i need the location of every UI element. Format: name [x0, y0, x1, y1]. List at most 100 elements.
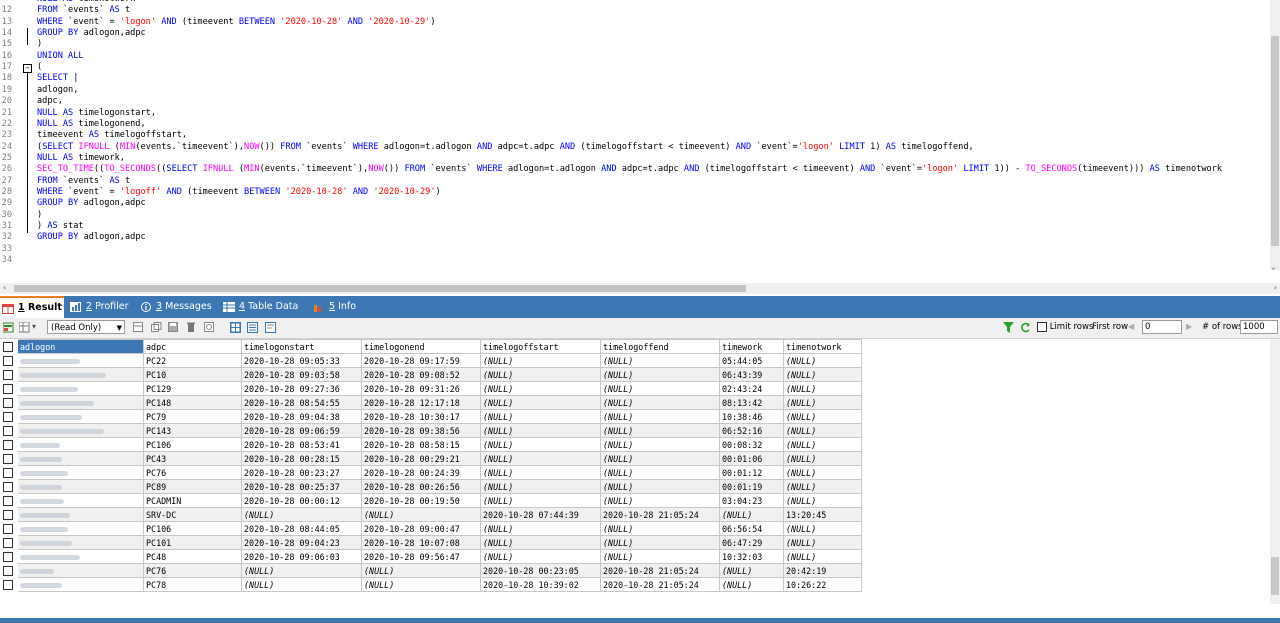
cell-timelogoffend[interactable]: (NULL) [600, 367, 720, 382]
cell-timenotwork[interactable]: (NULL) [783, 465, 862, 480]
row-checkbox[interactable] [0, 521, 18, 536]
cell-timelogonend[interactable]: 2020-10-28 12:17:18 [361, 395, 481, 410]
cell-timelogonend[interactable]: 2020-10-28 00:29:21 [361, 451, 481, 466]
cell-adlogon[interactable] [17, 367, 144, 382]
text-view-icon[interactable] [265, 322, 276, 333]
cell-timelogonend[interactable]: 2020-10-28 10:30:17 [361, 409, 481, 424]
grid-options-icon[interactable] [19, 322, 30, 333]
next-page-icon[interactable]: ▶ [1186, 322, 1192, 331]
cell-timework[interactable]: 10:32:03 [719, 549, 784, 564]
filter-icon[interactable] [1003, 322, 1014, 333]
cell-adpc[interactable]: PC79 [143, 409, 242, 424]
cell-timelogoffstart[interactable]: (NULL) [480, 465, 601, 480]
cell-timelogoffstart[interactable]: (NULL) [480, 409, 601, 424]
row-checkbox[interactable] [0, 437, 18, 452]
cell-timelogonstart[interactable]: 2020-10-28 08:53:41 [241, 437, 362, 452]
cell-timenotwork[interactable]: (NULL) [783, 521, 862, 536]
cell-adlogon[interactable] [17, 423, 144, 438]
cell-timelogoffstart[interactable]: (NULL) [480, 479, 601, 494]
cell-timelogoffstart[interactable]: (NULL) [480, 423, 601, 438]
table-row[interactable]: PC101 2020-10-28 09:04:23 2020-10-28 10:07… [0, 535, 862, 550]
tab-messages[interactable]: 3 Messages [138, 296, 228, 318]
cell-timelogonstart[interactable]: (NULL) [241, 577, 362, 592]
cell-timelogoffend[interactable]: (NULL) [600, 437, 720, 452]
cell-adlogon[interactable] [17, 409, 144, 424]
cell-timenotwork[interactable]: (NULL) [783, 535, 862, 550]
cell-timelogonstart[interactable]: 2020-10-28 09:04:23 [241, 535, 362, 550]
column-header-timenotwork[interactable]: timenotwork [783, 339, 862, 354]
cell-timenotwork[interactable]: (NULL) [783, 395, 862, 410]
grid-view-icon[interactable] [230, 322, 241, 333]
tab-result[interactable]: 1 Result [0, 296, 64, 318]
fold-collapse-icon[interactable]: − [23, 64, 32, 73]
cell-timelogonend[interactable]: 2020-10-28 08:58:15 [361, 437, 481, 452]
cell-adpc[interactable]: PC43 [143, 451, 242, 466]
cell-timenotwork[interactable]: (NULL) [783, 353, 862, 368]
row-checkbox[interactable] [0, 395, 18, 410]
limit-rows-checkbox[interactable]: Limit rows [1037, 321, 1093, 334]
cell-timework[interactable]: 10:38:46 [719, 409, 784, 424]
cell-timelogoffend[interactable]: 2020-10-28 21:05:24 [600, 577, 720, 592]
cell-timenotwork[interactable]: 20:42:19 [783, 563, 862, 578]
cell-timework[interactable]: 00:08:32 [719, 437, 784, 452]
cell-timenotwork[interactable]: (NULL) [783, 479, 862, 494]
cell-timelogonend[interactable]: (NULL) [361, 563, 481, 578]
cell-adpc[interactable]: SRV-DC [143, 507, 242, 522]
editor-horizontal-scrollbar[interactable]: ‹ › [0, 283, 1280, 294]
cell-timelogoffend[interactable]: (NULL) [600, 353, 720, 368]
cell-adpc[interactable]: PC22 [143, 353, 242, 368]
cell-adpc[interactable]: PC129 [143, 381, 242, 396]
cell-timelogonend[interactable]: 2020-10-28 09:56:47 [361, 549, 481, 564]
grid-vertical-scrollbar[interactable] [1270, 339, 1280, 604]
cell-timelogonstart[interactable]: 2020-10-28 09:06:59 [241, 423, 362, 438]
cell-adlogon[interactable] [17, 437, 144, 452]
row-checkbox[interactable] [0, 409, 18, 424]
cell-timelogonstart[interactable]: 2020-10-28 00:25:37 [241, 479, 362, 494]
delete-icon[interactable] [186, 322, 197, 333]
cell-timelogoffend[interactable]: (NULL) [600, 521, 720, 536]
save-icon[interactable] [168, 322, 179, 333]
cell-adlogon[interactable] [17, 479, 144, 494]
cell-adlogon[interactable] [17, 451, 144, 466]
cell-timelogonend[interactable]: 2020-10-28 09:08:52 [361, 367, 481, 382]
cell-adlogon[interactable] [17, 577, 144, 592]
cell-timelogonend[interactable]: 2020-10-28 00:24:39 [361, 465, 481, 480]
cell-timelogonend[interactable]: 2020-10-28 10:07:08 [361, 535, 481, 550]
cell-timenotwork[interactable]: (NULL) [783, 549, 862, 564]
cell-timenotwork[interactable]: (NULL) [783, 493, 862, 508]
scroll-down-arrow-icon[interactable]: ⌄ [1271, 262, 1276, 271]
cell-timelogoffstart[interactable]: 2020-10-28 10:39:02 [480, 577, 601, 592]
cell-timelogoffend[interactable]: (NULL) [600, 479, 720, 494]
cell-timelogonstart[interactable]: 2020-10-28 00:00:12 [241, 493, 362, 508]
cell-timelogonstart[interactable]: 2020-10-28 00:23:27 [241, 465, 362, 480]
cell-timelogonend[interactable]: (NULL) [361, 577, 481, 592]
cell-timelogonstart[interactable]: 2020-10-28 09:05:33 [241, 353, 362, 368]
cell-timelogoffend[interactable]: (NULL) [600, 535, 720, 550]
row-checkbox[interactable] [0, 479, 18, 494]
rows-count-input[interactable]: 1000 [1240, 320, 1278, 334]
cell-adpc[interactable]: PC78 [143, 577, 242, 592]
table-row[interactable]: SRV-DC (NULL) (NULL) 2020-10-28 07:44:39 202… [0, 507, 862, 522]
cell-adlogon[interactable] [17, 493, 144, 508]
cell-timelogonstart[interactable]: (NULL) [241, 507, 362, 522]
result-grid[interactable]: adlogon adpc timelogonstart timelogonend tim… [0, 339, 1270, 604]
cell-timenotwork[interactable]: 10:26:22 [783, 577, 862, 592]
cell-timelogoffend[interactable]: (NULL) [600, 409, 720, 424]
cell-timelogoffend[interactable]: (NULL) [600, 381, 720, 396]
export-icon[interactable] [3, 322, 14, 333]
form-view-icon[interactable] [247, 322, 258, 333]
cell-timelogonstart[interactable]: 2020-10-28 09:27:36 [241, 381, 362, 396]
column-header-timelogoffstart[interactable]: timelogoffstart [480, 339, 601, 354]
cell-timelogoffstart[interactable]: (NULL) [480, 381, 601, 396]
cell-adpc[interactable]: PC48 [143, 549, 242, 564]
cell-timelogoffend[interactable]: (NULL) [600, 465, 720, 480]
cell-timelogoffend[interactable]: (NULL) [600, 423, 720, 438]
table-row[interactable]: PC78 (NULL) (NULL) 2020-10-28 10:39:02 2020-… [0, 577, 862, 592]
table-row[interactable]: PC76 2020-10-28 00:23:27 2020-10-28 00:24:… [0, 465, 862, 480]
tab-profiler[interactable]: 2 Profiler [68, 296, 146, 318]
cell-adpc[interactable]: PC148 [143, 395, 242, 410]
cell-timework[interactable]: 03:04:23 [719, 493, 784, 508]
cell-timework[interactable]: (NULL) [719, 577, 784, 592]
row-checkbox[interactable] [0, 549, 18, 564]
cell-timework[interactable]: 06:52:16 [719, 423, 784, 438]
